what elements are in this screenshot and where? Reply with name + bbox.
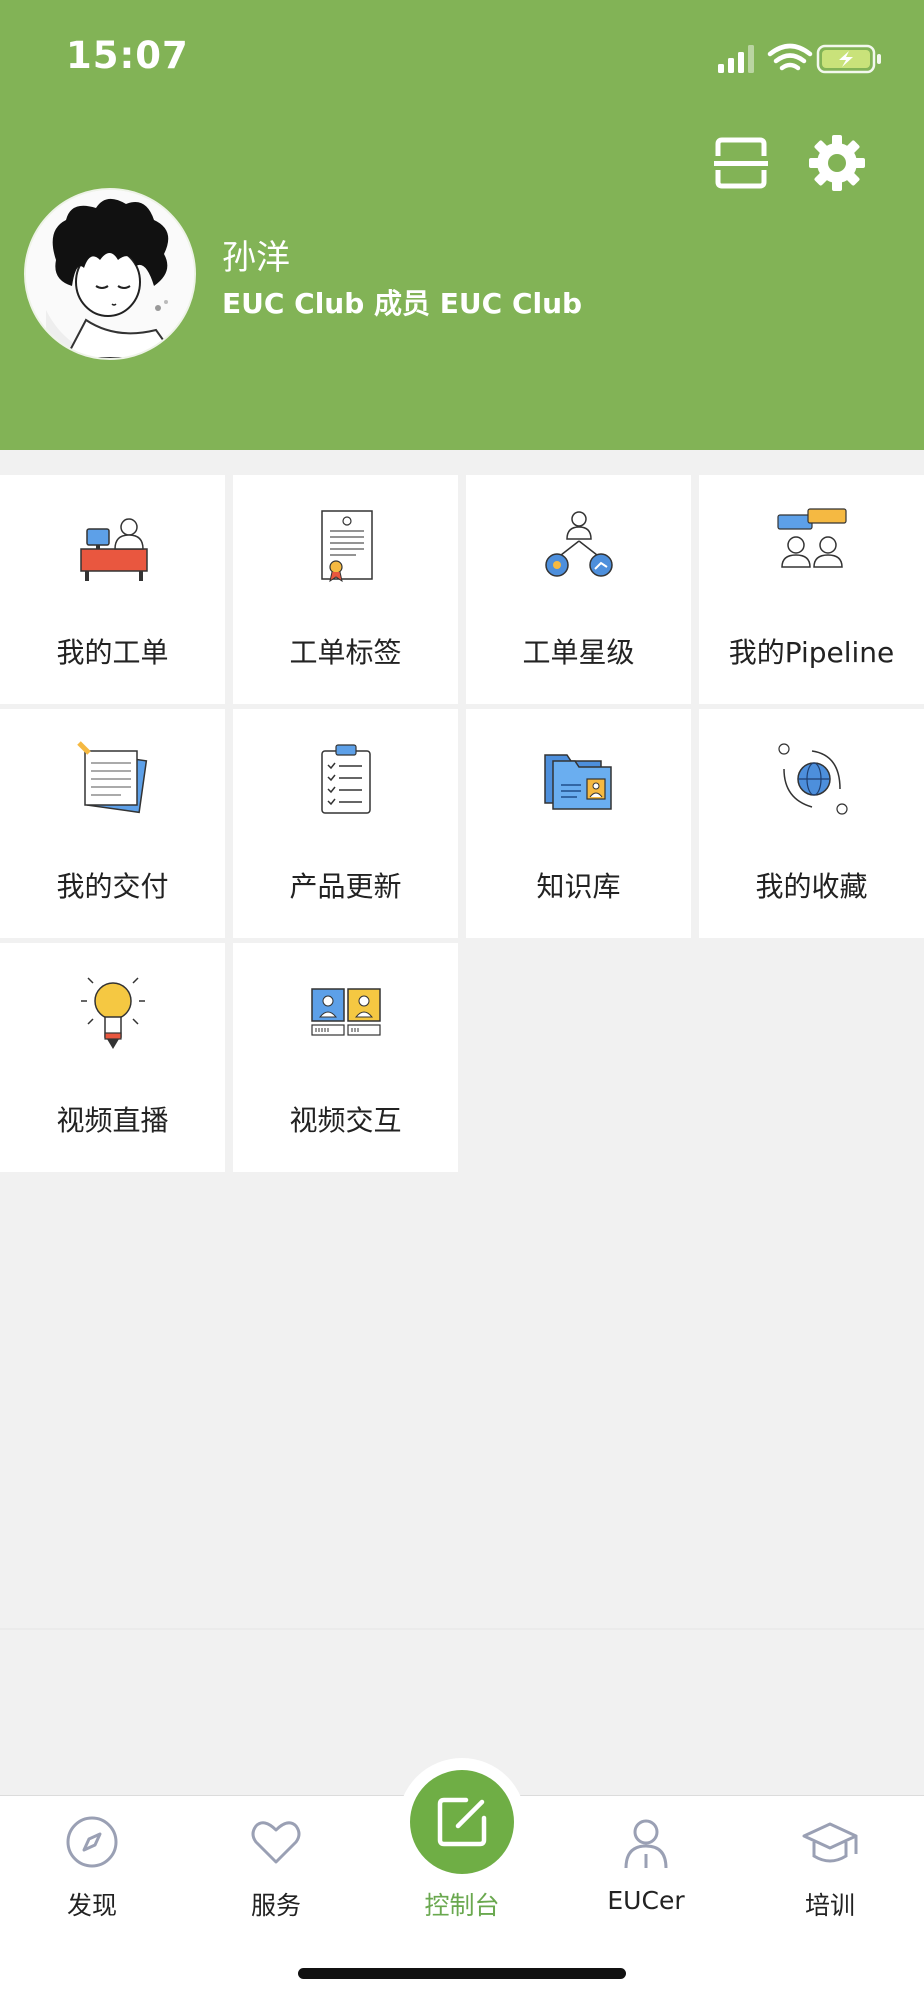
folder-icon — [543, 754, 612, 810]
compass-icon — [66, 1816, 118, 1868]
grid-item-my-tickets[interactable]: 我的工单 — [0, 475, 225, 704]
tab-training[interactable]: 培训 — [738, 1796, 922, 1926]
grid-item-label: 我的工单 — [56, 636, 169, 669]
grid-item-product-updates[interactable]: 产品更新 — [233, 709, 458, 938]
divider — [0, 1628, 924, 1630]
graduation-cap-icon — [802, 1822, 858, 1863]
status-time: 15:07 — [66, 34, 189, 77]
tab-services[interactable]: 服务 — [184, 1796, 368, 1926]
scan-button[interactable] — [712, 134, 770, 192]
wifi-icon — [767, 43, 813, 71]
tab-label: EUCer — [607, 1886, 685, 1915]
settings-button[interactable] — [808, 134, 866, 192]
grid-item-label: 我的Pipeline — [728, 636, 895, 669]
heart-icon — [251, 1821, 301, 1864]
grid-item-video-interaction[interactable]: 视频交互 — [233, 943, 458, 1172]
signal-icon — [718, 45, 754, 73]
grid-item-label: 我的收藏 — [755, 870, 868, 903]
avatar[interactable] — [24, 188, 196, 360]
grid-item-my-favorites[interactable]: 我的收藏 — [699, 709, 924, 938]
grid-item-knowledge-base[interactable]: 知识库 — [466, 709, 691, 938]
certificate-icon — [320, 510, 373, 583]
notes-icon — [76, 741, 147, 814]
gear-icon — [809, 135, 865, 191]
user-membership: EUC Club 成员 EUC Club — [222, 287, 583, 320]
grid-item-ticket-rating[interactable]: 工单星级 — [466, 475, 691, 704]
tab-label: 服务 — [250, 1891, 301, 1920]
clipboard-icon — [320, 744, 371, 814]
grid-item-label: 产品更新 — [289, 870, 402, 903]
status-icons — [718, 40, 888, 76]
grid-item-my-deliveries[interactable]: 我的交付 — [0, 709, 225, 938]
scan-icon — [714, 137, 768, 189]
profile-header: 15:07 孙洋 EUC Club 成员 EUC Club — [0, 0, 924, 450]
battery-icon — [816, 44, 881, 74]
grid-item-label: 知识库 — [536, 870, 621, 903]
grid-item-label: 我的交付 — [56, 870, 169, 903]
home-indicator — [298, 1968, 626, 1979]
tab-discover[interactable]: 发现 — [0, 1796, 184, 1926]
grid-item-my-pipeline[interactable]: 我的Pipeline — [699, 475, 924, 704]
grid-item-live-video[interactable]: 视频直播 — [0, 943, 225, 1172]
desk-icon — [79, 518, 148, 581]
org-icon — [544, 511, 613, 577]
user-name: 孙洋 — [222, 238, 290, 278]
grid-item-label: 视频交互 — [289, 1104, 402, 1137]
bulb-icon — [80, 977, 145, 1049]
globe-cycle-icon — [777, 743, 848, 815]
tab-label: 控制台 — [424, 1891, 500, 1920]
person-icon — [624, 1819, 668, 1869]
edit-icon — [437, 1797, 487, 1847]
grid-item-label: 视频直播 — [56, 1104, 169, 1137]
tab-eucer[interactable]: EUCer — [554, 1796, 738, 1926]
chat-people-icon — [776, 508, 847, 568]
tab-label: 发现 — [66, 1891, 117, 1920]
tab-label: 培训 — [804, 1891, 855, 1920]
id-cards-icon — [310, 988, 381, 1036]
avatar-illustration — [26, 190, 194, 358]
console-center-button[interactable] — [410, 1770, 514, 1874]
grid-item-label: 工单标签 — [289, 636, 402, 669]
grid-item-label: 工单星级 — [522, 636, 635, 669]
grid-item-ticket-tags[interactable]: 工单标签 — [233, 475, 458, 704]
